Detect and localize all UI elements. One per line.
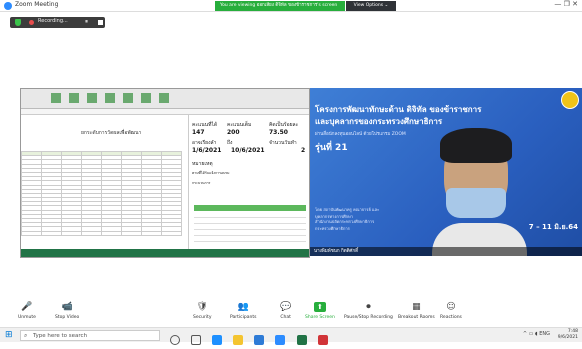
participants-icon: 👥 bbox=[237, 302, 249, 312]
camera-icon: 📹 bbox=[61, 302, 73, 312]
days-value: 2 bbox=[301, 147, 306, 154]
days-header: จำนวนวันทำ bbox=[269, 140, 297, 146]
windows-taskbar: ⊞ ⌕ Type here to search ^ ▭ ◖ ENG 7:48 9… bbox=[0, 327, 582, 345]
task-view-icon[interactable] bbox=[191, 335, 202, 345]
slide-title-line2: และบุคลากรของกระทรวงศึกษาธิการ bbox=[315, 117, 443, 126]
taskbar-apps bbox=[170, 330, 334, 349]
share-banner-text: You are viewing ออกเสียง ดิจิทัล ของข้าร… bbox=[220, 3, 338, 8]
reactions-icon: ☺ bbox=[446, 302, 456, 312]
breakout-rooms-button[interactable]: ▦ Breakout Rooms bbox=[398, 302, 435, 320]
shield-icon: 🛡 bbox=[196, 302, 208, 312]
stop-recording-button[interactable] bbox=[98, 20, 103, 25]
zoom-logo-icon bbox=[4, 2, 12, 10]
window-titlebar: Zoom Meeting You are viewing ออกเสียง ดิ… bbox=[0, 0, 582, 12]
zoom-taskbar-icon[interactable] bbox=[275, 335, 286, 345]
data-table bbox=[21, 150, 182, 236]
pause-recording-button[interactable]: ⏸ bbox=[85, 18, 88, 26]
start-header: อาจเรียงลำ bbox=[192, 140, 217, 146]
summary-green-bar bbox=[194, 205, 306, 211]
microphone-icon: 🎤 bbox=[21, 302, 33, 312]
slide-dates: 7 – 11 มิ.ย.64 bbox=[528, 223, 578, 231]
chrome-icon[interactable] bbox=[254, 335, 265, 345]
summary-rows bbox=[194, 212, 306, 248]
percent-header: คิดเป็นร้อยละ bbox=[269, 122, 299, 128]
participant-name-label: นางพิมพ์ชนก กิตติศักดิ์ bbox=[310, 247, 582, 256]
slide-org-2: สำนักงานปลัดกระทรวงศึกษาธิการ กระทรวงศึก… bbox=[315, 219, 375, 231]
summary-panel: คะแนนที่ได้ คะแนนเต็ม คิดเป็นร้อยละ 147 … bbox=[188, 115, 309, 251]
percent-value: 73.50 bbox=[269, 129, 288, 136]
taskbar-clock[interactable]: 7:48 9/6/2021 bbox=[558, 329, 578, 341]
file-explorer-icon[interactable] bbox=[233, 335, 244, 345]
window-controls[interactable]: — ❐ ✕ bbox=[552, 0, 582, 12]
chat-button[interactable]: 💬 Chat bbox=[280, 302, 291, 320]
note-text: ตามที่ได้รับแจ้งการอบรม bbox=[192, 171, 230, 175]
unmute-button[interactable]: 🎤 Unmute bbox=[18, 302, 36, 320]
excel-window: ยกระดับการวัดผลเพื่อพัฒนา คะแนนที่ได้ คะ… bbox=[20, 88, 310, 258]
powerpoint-taskbar-icon[interactable] bbox=[317, 335, 328, 345]
to-header: ถึง bbox=[227, 140, 233, 146]
view-options-button[interactable]: View Options ⌄ bbox=[346, 1, 396, 11]
security-shield-icon bbox=[15, 19, 21, 26]
search-placeholder: Type here to search bbox=[33, 333, 88, 339]
share-screen-button[interactable]: ⬆ Share Screen bbox=[305, 302, 335, 320]
cortana-icon[interactable] bbox=[170, 335, 180, 345]
excel-taskbar-icon[interactable] bbox=[296, 335, 307, 345]
max-score-header: คะแนนเต็ม bbox=[227, 122, 252, 128]
window-title: Zoom Meeting bbox=[15, 1, 59, 8]
search-icon: ⌕ bbox=[24, 332, 28, 339]
screen-share-banner: You are viewing ออกเสียง ดิจิทัล ของข้าร… bbox=[215, 1, 345, 11]
process-text: กระบวนการ bbox=[192, 181, 211, 185]
windows-start-icon[interactable]: ⊞ bbox=[5, 331, 14, 340]
breakout-rooms-icon: ▦ bbox=[412, 302, 421, 312]
start-date: 1/6/2021 bbox=[192, 147, 222, 154]
meeting-controls: 🎤 Unmute 📹 Stop Video 🛡 Security 👥 Participa… bbox=[0, 300, 582, 327]
sheet-grid[interactable]: ยกระดับการวัดผลเพื่อพัฒนา bbox=[21, 115, 211, 251]
chat-icon: 💬 bbox=[280, 302, 292, 312]
record-icon: ⏺ bbox=[366, 302, 371, 312]
recording-indicator: Recording... ⏸ bbox=[10, 17, 105, 28]
edge-icon[interactable] bbox=[212, 335, 223, 345]
stop-video-button[interactable]: 📹 Stop Video bbox=[55, 302, 79, 320]
excel-statusbar bbox=[21, 249, 309, 257]
slide-round: รุ่นที่ 21 bbox=[315, 143, 348, 153]
presenter-video: โครงการพัฒนาทักษะด้าน ดิจิทัล ของข้าราชก… bbox=[310, 88, 582, 256]
system-tray-icons[interactable]: ^ ▭ ◖ ENG bbox=[523, 331, 550, 337]
recording-dot-icon bbox=[29, 20, 34, 25]
score-value: 147 bbox=[192, 129, 205, 136]
taskbar-search-box[interactable]: ⌕ Type here to search bbox=[20, 330, 160, 341]
note-label: หมายเหตุ bbox=[192, 161, 213, 167]
sheet-title: ยกระดับการวัดผลเพื่อพัฒนา bbox=[81, 130, 142, 136]
presenter-figure bbox=[432, 128, 527, 256]
share-arrow-icon: ⬆ bbox=[313, 302, 326, 312]
excel-ribbon bbox=[21, 89, 309, 109]
clock-date: 9/6/2021 bbox=[557, 335, 578, 340]
reactions-button[interactable]: ☺ Reactions bbox=[440, 302, 462, 320]
score-header: คะแนนที่ได้ bbox=[192, 122, 218, 128]
max-score-value: 200 bbox=[227, 129, 240, 136]
slide-subtitle: ผ่านสื่อนักลงทุนออนไลน์ ด้วยโปรแกรม ZOOM bbox=[315, 132, 406, 137]
participants-button[interactable]: 👥 Participants bbox=[230, 302, 256, 320]
pause-stop-recording-button[interactable]: ⏺ Pause/Stop Recording bbox=[344, 302, 393, 320]
ministry-logo-icon bbox=[561, 91, 579, 109]
security-button[interactable]: 🛡 Security bbox=[193, 302, 211, 320]
recording-label: Recording... bbox=[38, 18, 68, 24]
end-date: 10/6/2021 bbox=[231, 147, 265, 154]
